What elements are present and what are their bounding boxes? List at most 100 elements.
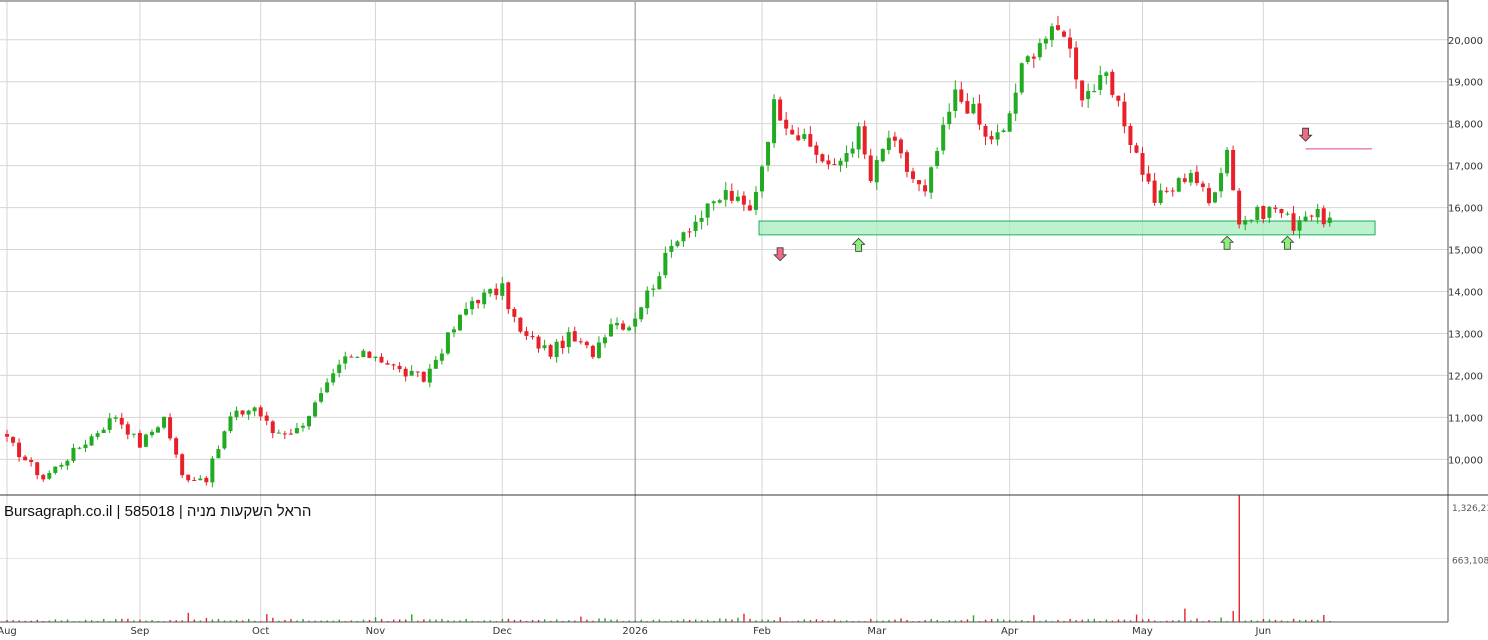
price-tick-label: 14,000 [1448,288,1483,299]
volume-bar [737,617,739,622]
candle-body [796,135,801,141]
candle-body [609,324,613,337]
candle-body [1285,213,1290,215]
candle-body [95,433,100,437]
candle-body [1206,188,1211,204]
candle-body [397,365,402,370]
candle-body [923,185,928,192]
candle-body [760,166,764,192]
candle-body [1134,145,1139,153]
candle-body [107,418,112,430]
candle-body [216,449,221,459]
candle-body [113,417,118,419]
candle-body [1164,190,1169,192]
candle-body [886,137,891,150]
candle-body [494,288,499,296]
candle-body [125,424,130,435]
candle-body [1049,26,1054,41]
candle-body [735,196,740,201]
candle-body [639,307,644,320]
candle-body [1219,173,1224,192]
candle-body [1074,47,1079,80]
candle-body [1291,213,1296,231]
candle-body [572,331,577,342]
candle-body [488,289,493,294]
candle-body [1128,125,1133,146]
month-tick-label: Mar [867,626,887,636]
volume-bar [205,617,208,622]
candle-body [1001,130,1006,132]
volume-bar [374,617,377,622]
candle-body [651,288,656,290]
candle-body [451,329,456,333]
candle-body [862,126,867,155]
candle-body [1007,113,1012,132]
candle-body [717,200,722,203]
candle-body [681,232,686,242]
candle-body [1315,208,1320,218]
volume-bar [743,613,745,622]
chart-frame: 10,000 11,000 12,000 13,000 14,000 15,000 16,0… [0,0,1488,637]
candle-body [898,139,903,154]
candle-body [1062,31,1066,37]
candle-body [1158,190,1163,203]
month-tick-label: Oct [252,626,269,636]
candle-body [838,160,843,166]
candle-body [313,402,318,417]
candle-body [319,393,324,402]
candle-body [518,317,523,332]
candle-body [77,447,82,449]
candle-body [747,205,752,211]
candle-body [300,425,305,428]
candle-body [1037,43,1042,58]
candle-body [965,101,970,114]
month-tick-label: Jun [1255,626,1272,636]
candle-body [784,119,789,129]
candle-body [1303,216,1308,222]
candle-body [578,341,583,343]
candle-body [741,195,746,205]
candle-body [959,89,964,102]
candle-body [47,472,52,479]
support-zone [758,220,1376,236]
price-tick-label: 15,000 [1448,246,1483,257]
candle-body [590,345,595,358]
candle-body [29,460,34,462]
volume-bar [1196,618,1198,622]
candle-body [361,350,366,358]
candle-body [1273,207,1278,209]
candle-body [71,447,76,461]
candle-body [1055,25,1060,30]
volume-bar [411,614,413,622]
candle-body [65,460,70,466]
volume-tick-label: 663,108 [1452,556,1488,566]
candle-body [530,336,535,338]
month-tick-label: Apr [1001,626,1019,636]
candle-body [1013,92,1018,114]
candle-body [23,456,28,461]
candle-body [615,323,620,326]
candle-body [476,299,481,304]
candle-body [101,429,106,433]
candle-body [983,125,988,137]
candle-body [192,479,197,481]
candle-body [162,416,167,428]
candle-body [1104,72,1109,76]
candle-body [276,432,281,434]
candle-body [1116,95,1121,101]
month-tick-label: Sep [130,626,149,636]
candle-body [602,337,607,344]
price-tick-label: 10,000 [1448,455,1483,466]
candle-body [705,203,710,218]
candle-body [596,342,601,358]
candle-body [542,345,547,349]
candle-body [1098,75,1103,90]
candle-body [355,356,360,358]
candle-body [415,371,420,373]
candle-body [186,474,191,481]
candle-body [1213,192,1217,203]
candle-body [512,309,517,317]
candle-body [264,415,269,421]
candle-body [772,99,777,144]
candle-body [11,437,16,443]
